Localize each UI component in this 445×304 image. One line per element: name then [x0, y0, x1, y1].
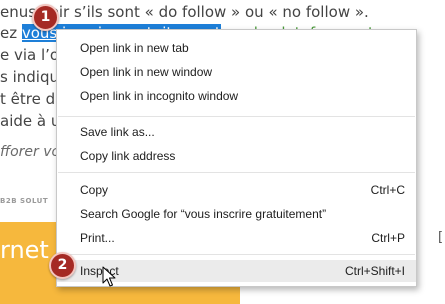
- menu-item-open-new-tab[interactable]: Open link in new tab: [57, 37, 416, 59]
- menu-item-shortcut: Ctrl+C: [370, 183, 405, 197]
- arrow-cursor-icon: [102, 266, 116, 287]
- menu-item-open-incognito[interactable]: Open link in incognito window: [57, 85, 416, 107]
- menu-item-label: Open link in incognito window: [80, 89, 239, 103]
- partner-logo: B2B SOLUT: [0, 197, 49, 205]
- sidebar-fragment: [: [438, 230, 444, 245]
- menu-item-search-google[interactable]: Search Google for “vous inscrire gratuit…: [57, 203, 416, 225]
- menu-item-copy-link-address[interactable]: Copy link address: [57, 145, 416, 167]
- menu-item-copy[interactable]: Copy Ctrl+C: [57, 179, 416, 201]
- partner-logos-strip: B2B SOLUT: [0, 197, 64, 205]
- menu-item-label: Print...: [80, 231, 115, 245]
- menu-item-label: Copy link address: [80, 149, 176, 163]
- article-line-1-end: voir s’ils sont « do follow » ou « no fo…: [40, 3, 369, 21]
- menu-item-label: Search Google for “vous inscrire gratuit…: [80, 207, 327, 221]
- menu-separator: [58, 116, 415, 117]
- context-menu: Open link in new tab Open link in new wi…: [56, 29, 417, 287]
- browser-page: enus voir s’ils sont « do follow » ou « …: [0, 0, 445, 304]
- menu-item-shortcut: Ctrl+P: [371, 231, 405, 245]
- menu-separator: [58, 254, 415, 255]
- menu-item-print[interactable]: Print... Ctrl+P: [57, 227, 416, 249]
- menu-item-label: Save link as...: [80, 125, 155, 139]
- step-2-badge: 2: [49, 252, 76, 279]
- article-line-5: t être di: [0, 90, 60, 108]
- step-1-badge: 1: [32, 4, 59, 31]
- article-line-2-start: ez: [0, 24, 22, 42]
- menu-item-shortcut: Ctrl+Shift+I: [344, 264, 405, 278]
- menu-item-label: Copy: [80, 183, 109, 197]
- menu-item-save-link[interactable]: Save link as...: [57, 121, 416, 143]
- menu-item-label: Open link in new tab: [80, 41, 189, 55]
- menu-separator: [58, 172, 415, 173]
- menu-item-open-new-window[interactable]: Open link in new window: [57, 61, 416, 83]
- menu-item-label: Open link in new window: [80, 65, 213, 79]
